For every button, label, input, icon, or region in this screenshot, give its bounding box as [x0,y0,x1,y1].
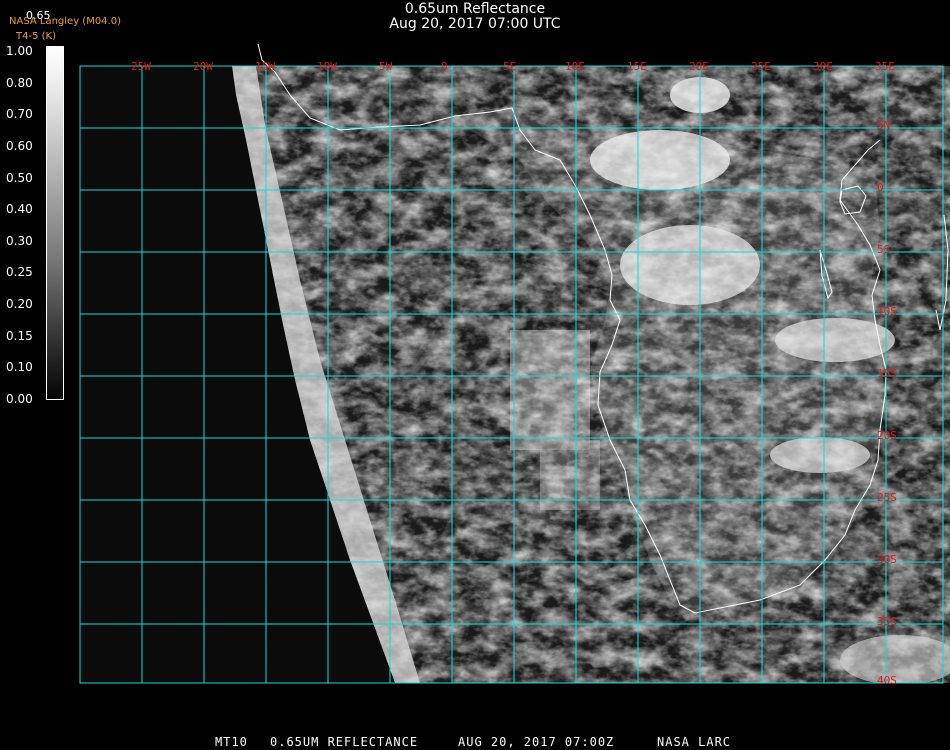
latitude-label: 25S [877,491,897,504]
latitude-label: 5N [877,119,890,132]
footer-product: 0.65UM REFLECTANCE [270,735,419,749]
longitude-label: 30E [813,60,833,73]
longitude-label: 0 [441,60,448,73]
longitude-label: 5E [503,60,516,73]
satellite-map: 25W 20W 15W 10W 5W 0 5E 10E 15E 20E 25E 30E 35E 5N 0 5S… [79,43,950,687]
longitude-label: 35E [875,60,895,73]
latitude-label: 20S [877,429,897,442]
longitude-label: 10E [565,60,585,73]
latitude-label: 30S [877,553,897,566]
latitude-label: 15S [877,367,897,380]
longitude-label: 20W [193,60,213,73]
footer-date: AUG 20, 2017 07:00Z [458,735,615,749]
latitude-label: 35S [877,615,897,628]
longitude-label: 10W [317,60,337,73]
longitude-label: 5W [379,60,393,73]
latitude-label: 0 [877,181,884,194]
longitude-label: 25E [751,60,771,73]
latitude-label: 40S [877,674,897,687]
footer-satellite: MT10 [215,735,248,749]
latitude-label: 5S [877,243,890,256]
longitude-label: 20E [689,60,709,73]
latitude-label: 10S [877,305,897,318]
longitude-label: 15E [627,60,647,73]
longitude-label: 25W [131,60,151,73]
longitude-label: 15W [255,60,275,73]
footer-org: NASA LARC [657,735,732,749]
